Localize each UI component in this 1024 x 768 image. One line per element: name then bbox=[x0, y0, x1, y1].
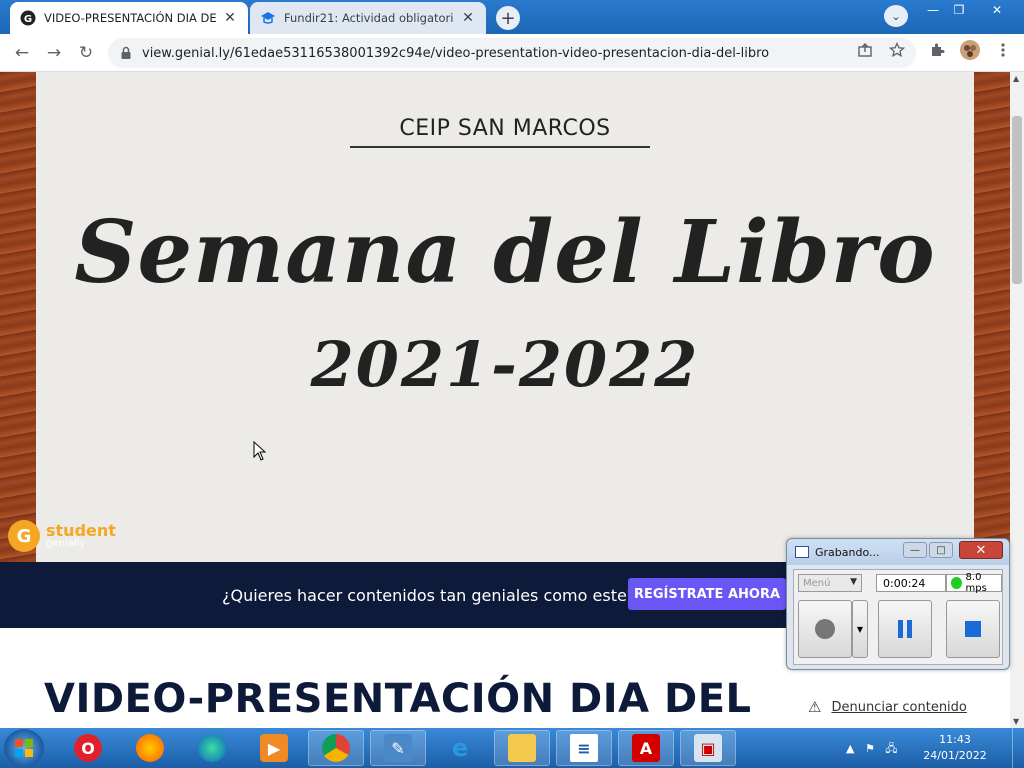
notebook-icon[interactable]: ✎ bbox=[370, 730, 426, 766]
forward-icon[interactable]: → bbox=[42, 41, 66, 65]
tab-search-icon[interactable]: ⌄ bbox=[884, 5, 908, 27]
recorder-close-button[interactable]: ✕ bbox=[959, 541, 1003, 559]
scroll-thumb[interactable] bbox=[1012, 116, 1022, 284]
vertical-scrollbar[interactable]: ▲ ▼ bbox=[1010, 72, 1024, 728]
document-icon[interactable]: ≡ bbox=[556, 730, 612, 766]
system-tray[interactable]: ▲ ⚑ 🖧 bbox=[846, 740, 898, 759]
recorder-app-icon bbox=[795, 546, 809, 558]
chevron-down-icon: ▼ bbox=[850, 577, 857, 587]
opera-icon[interactable]: O bbox=[60, 730, 116, 766]
school-name: CEIP SAN MARCOS bbox=[399, 116, 611, 141]
banner-question: ¿Quieres hacer contenidos tan geniales c… bbox=[222, 586, 636, 605]
slide-canvas[interactable]: CEIP SAN MARCOS Semana del Libro 2021-20… bbox=[36, 72, 974, 562]
recorder-minimize-icon[interactable]: — bbox=[903, 542, 927, 558]
svg-text:G: G bbox=[24, 14, 32, 25]
mouse-cursor-icon bbox=[253, 441, 267, 461]
back-icon[interactable]: ← bbox=[10, 41, 34, 65]
clock-date: 24/01/2022 bbox=[923, 749, 987, 762]
school-underline bbox=[350, 146, 650, 148]
screen-recorder-icon[interactable]: ▣ bbox=[680, 730, 736, 766]
stop-icon bbox=[965, 621, 981, 637]
tab-close-icon[interactable]: ✕ bbox=[460, 10, 476, 26]
url-text: view.genial.ly/61edae53116538001392c94e/… bbox=[142, 45, 770, 61]
tab-strip: G VIDEO-PRESENTACIÓN DIA DEL L ✕ Fundir2… bbox=[0, 0, 1024, 34]
recording-rate-value: 8.0 mps bbox=[965, 572, 987, 594]
recorder-maximize-icon[interactable]: □ bbox=[929, 542, 953, 558]
recording-status-icon bbox=[951, 577, 962, 589]
firefox-icon[interactable] bbox=[122, 730, 178, 766]
stop-button[interactable] bbox=[946, 600, 1000, 658]
new-tab-button[interactable]: + bbox=[496, 6, 520, 30]
edge-icon[interactable] bbox=[184, 730, 240, 766]
pause-button[interactable] bbox=[878, 600, 932, 658]
recorder-title: Grabando... bbox=[815, 546, 880, 559]
genially-favicon-icon: G bbox=[20, 10, 36, 26]
recorder-menu-select[interactable]: Menú ▼ bbox=[798, 574, 862, 592]
chrome-icon[interactable] bbox=[308, 730, 364, 766]
register-button[interactable]: REGÍSTRATE AHORA bbox=[628, 578, 786, 610]
start-button[interactable] bbox=[4, 729, 44, 767]
record-options-dropdown[interactable]: ▼ bbox=[852, 600, 868, 658]
record-icon bbox=[815, 619, 835, 639]
show-desktop-button[interactable] bbox=[1012, 728, 1024, 768]
reload-icon[interactable]: ↻ bbox=[74, 41, 98, 65]
recording-timer: 0:00:24 bbox=[876, 574, 946, 592]
media-player-icon[interactable]: ▶ bbox=[246, 730, 302, 766]
tab-title: VIDEO-PRESENTACIÓN DIA DEL L bbox=[44, 11, 216, 25]
scroll-up-icon[interactable]: ▲ bbox=[1013, 74, 1019, 83]
slide-headline: Semana del Libro bbox=[74, 202, 936, 303]
wood-frame-right bbox=[974, 72, 1010, 562]
report-label[interactable]: Denunciar contenido bbox=[831, 700, 966, 715]
scroll-down-icon[interactable]: ▼ bbox=[1013, 717, 1019, 726]
address-bar[interactable]: view.genial.ly/61edae53116538001392c94e/… bbox=[108, 38, 916, 68]
maximize-icon[interactable]: ❐ bbox=[946, 1, 972, 18]
tab-fundir21[interactable]: Fundir21: Actividad obligatoria re ✕ bbox=[250, 2, 486, 34]
page-title: VIDEO-PRESENTACIÓN DIA DEL bbox=[44, 676, 752, 722]
warning-icon: ⚠ bbox=[808, 698, 822, 716]
menu-icon[interactable] bbox=[994, 41, 1012, 59]
taskbar-clock[interactable]: 11:43 24/01/2022 bbox=[920, 732, 990, 764]
recorder-menu-label: Menú bbox=[803, 577, 831, 589]
recording-rate: 8.0 mps bbox=[946, 572, 1002, 594]
browser-toolbar: ← → ↻ view.genial.ly/61edae5311653800139… bbox=[0, 34, 1024, 72]
tab-title: Fundir21: Actividad obligatoria re bbox=[284, 11, 454, 25]
genially-logo-icon: G bbox=[8, 520, 40, 552]
file-explorer-icon[interactable] bbox=[494, 730, 550, 766]
window-close-icon[interactable]: ✕ bbox=[984, 1, 1010, 18]
share-icon[interactable] bbox=[856, 41, 874, 59]
recorder-panel: Menú ▼ 0:00:24 8.0 mps ▼ bbox=[793, 569, 1003, 665]
badge-sub: genially bbox=[46, 538, 86, 549]
extensions-icon[interactable] bbox=[928, 41, 946, 59]
lock-icon[interactable] bbox=[118, 45, 134, 61]
acrobat-icon[interactable]: A bbox=[618, 730, 674, 766]
badge-brand: student bbox=[46, 521, 116, 540]
star-icon[interactable] bbox=[888, 41, 906, 59]
genially-student-badge[interactable]: G student genially bbox=[8, 520, 116, 552]
record-button[interactable] bbox=[798, 600, 852, 658]
screen: { "browser": { "tabs": [ {"title": "VIDE… bbox=[0, 0, 1024, 768]
tab-close-icon[interactable]: ✕ bbox=[222, 10, 238, 26]
recorder-window[interactable]: Grabando... — □ ✕ Menú ▼ 0:00:24 8.0 mps… bbox=[786, 538, 1010, 670]
minimize-icon[interactable]: — bbox=[920, 1, 946, 18]
recorder-titlebar[interactable]: Grabando... — □ ✕ bbox=[787, 539, 1009, 565]
tab-video-presentacion[interactable]: G VIDEO-PRESENTACIÓN DIA DEL L ✕ bbox=[10, 2, 248, 34]
clock-time: 11:43 bbox=[939, 733, 971, 746]
graduation-cap-icon bbox=[260, 10, 276, 26]
report-content-link[interactable]: ⚠ Denunciar contenido bbox=[808, 698, 967, 716]
slide-year: 2021-2022 bbox=[310, 328, 700, 401]
internet-explorer-icon[interactable]: e bbox=[432, 730, 488, 766]
pause-icon bbox=[898, 620, 912, 638]
wood-frame-left bbox=[0, 72, 36, 562]
profile-icon[interactable] bbox=[958, 40, 982, 60]
